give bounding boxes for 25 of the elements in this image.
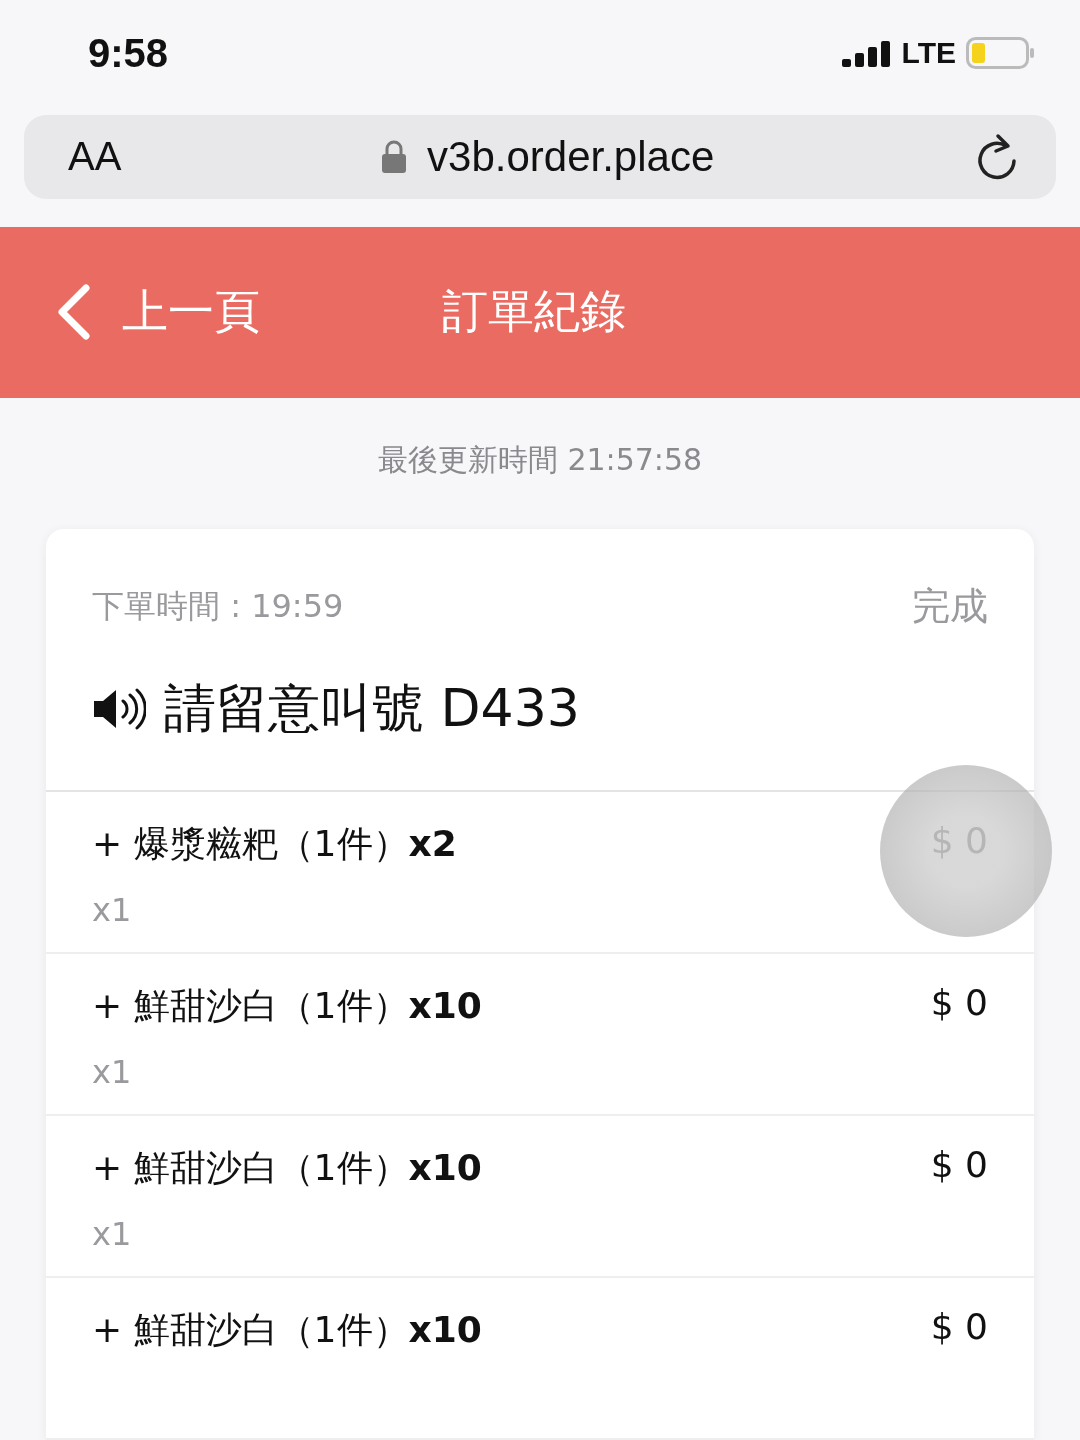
item-quantity: x1 — [92, 1053, 133, 1091]
item-price: $ 0 — [930, 1306, 988, 1349]
signal-icon — [841, 39, 892, 68]
url-text[interactable]: v3b.order.place — [427, 132, 715, 181]
network-label: LTE — [901, 36, 956, 71]
speaker-icon — [92, 687, 146, 731]
order-time: 下單時間 : 19:59 — [92, 585, 344, 627]
item-name: + 鮮甜沙白（1件）x10 — [92, 984, 482, 1028]
last-updated-text: 最後更新時間 21:57:58 — [377, 441, 703, 479]
text-size-button[interactable]: AA — [68, 134, 122, 180]
battery-icon — [966, 37, 1036, 70]
item-price: $ 0 — [930, 1144, 988, 1187]
item-price: $ 0 — [930, 982, 988, 1025]
order-status: 完成 — [912, 583, 988, 630]
lock-icon — [381, 139, 408, 174]
item-name: + 爆漿糍粑（1件）x2 — [92, 822, 457, 866]
clock-time: 9:58 — [88, 30, 169, 76]
back-chevron-icon[interactable] — [56, 284, 92, 341]
item-name: + 鮮甜沙白（1件）x10 — [92, 1146, 482, 1190]
item-quantity: x1 — [92, 891, 133, 929]
page-title: 訂單紀錄 — [442, 283, 626, 341]
address-bar[interactable]: AA v3b.order.place — [24, 114, 1056, 199]
call-number: 請留意叫號 D433 — [164, 677, 580, 740]
item-quantity: x1 — [92, 1215, 133, 1253]
item-name: + 鮮甜沙白（1件）x10 — [92, 1308, 482, 1352]
